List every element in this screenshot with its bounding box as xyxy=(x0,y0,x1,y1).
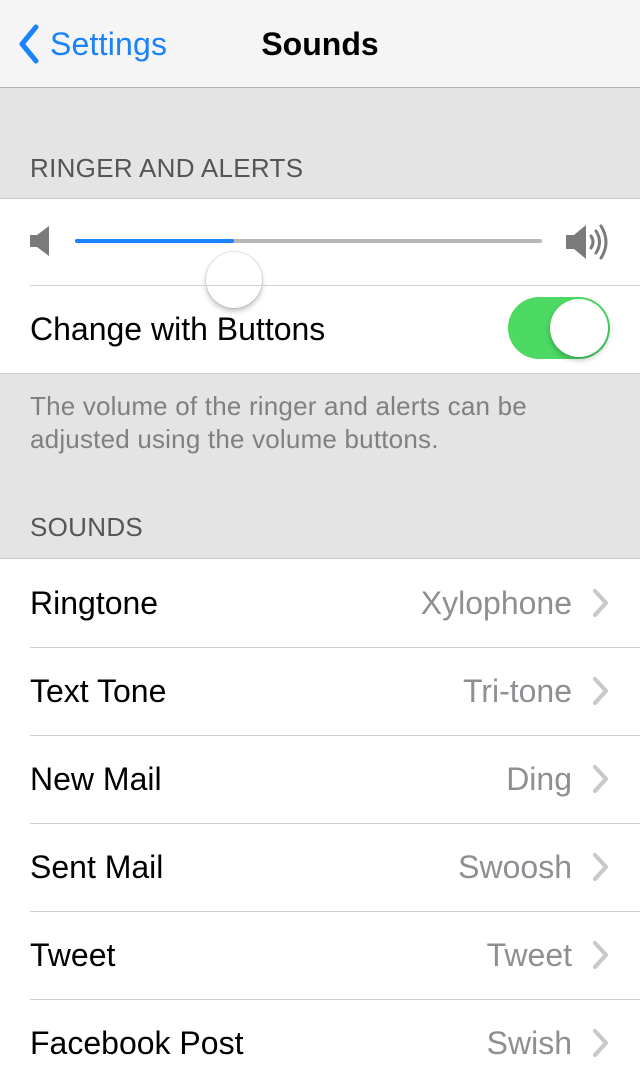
sound-row-value: Tri-tone xyxy=(462,672,572,709)
ringer-group: Change with Buttons xyxy=(0,198,640,374)
volume-slider-row xyxy=(0,199,640,308)
sound-row-label: Text Tone xyxy=(30,672,167,709)
chevron-right-icon xyxy=(593,677,608,705)
sounds-group: Ringtone Xylophone Text Tone Tri-tone Ne… xyxy=(0,558,640,1086)
section-header-ringer: RINGER AND ALERTS xyxy=(30,153,304,183)
sound-row-tweet[interactable]: Tweet Tweet xyxy=(0,911,640,999)
speaker-low-icon xyxy=(30,226,49,256)
change-with-buttons-toggle[interactable] xyxy=(508,297,610,359)
sound-row-ringtone[interactable]: Ringtone Xylophone xyxy=(0,559,640,647)
toggle-knob xyxy=(550,299,608,357)
sound-row-value: Swish xyxy=(486,1024,572,1061)
back-button-label: Settings xyxy=(50,25,168,62)
sound-row-value: Tweet xyxy=(486,936,572,973)
sound-row-text-tone[interactable]: Text Tone Tri-tone xyxy=(0,647,640,735)
change-with-buttons-row: Change with Buttons xyxy=(0,285,640,373)
chevron-left-icon xyxy=(19,24,39,64)
chevron-right-icon xyxy=(593,941,608,969)
chevron-right-icon xyxy=(593,589,608,617)
ringer-footer-note: The volume of the ringer and alerts can … xyxy=(30,391,527,454)
section-header-sounds: SOUNDS xyxy=(30,512,144,542)
volume-slider[interactable] xyxy=(75,239,542,308)
sound-row-label: Sent Mail xyxy=(30,848,164,885)
sound-row-value: Xylophone xyxy=(420,584,572,621)
back-button[interactable]: Settings xyxy=(18,0,167,88)
sound-row-label: Tweet xyxy=(30,936,116,973)
sound-row-value: Swoosh xyxy=(458,848,572,885)
sound-row-facebook-post[interactable]: Facebook Post Swish xyxy=(0,999,640,1086)
sound-row-label: Ringtone xyxy=(30,584,159,621)
sound-row-new-mail[interactable]: New Mail Ding xyxy=(0,735,640,823)
chevron-right-icon xyxy=(593,1029,608,1057)
sound-row-label: Facebook Post xyxy=(30,1024,244,1061)
sound-row-label: New Mail xyxy=(30,760,162,797)
volume-slider-fill xyxy=(75,239,234,243)
speaker-high-icon xyxy=(566,224,608,260)
chevron-right-icon xyxy=(593,765,608,793)
navigation-bar: Settings Sounds xyxy=(0,0,640,88)
sound-row-sent-mail[interactable]: Sent Mail Swoosh xyxy=(0,823,640,911)
sound-row-value: Ding xyxy=(506,760,572,797)
chevron-right-icon xyxy=(593,853,608,881)
